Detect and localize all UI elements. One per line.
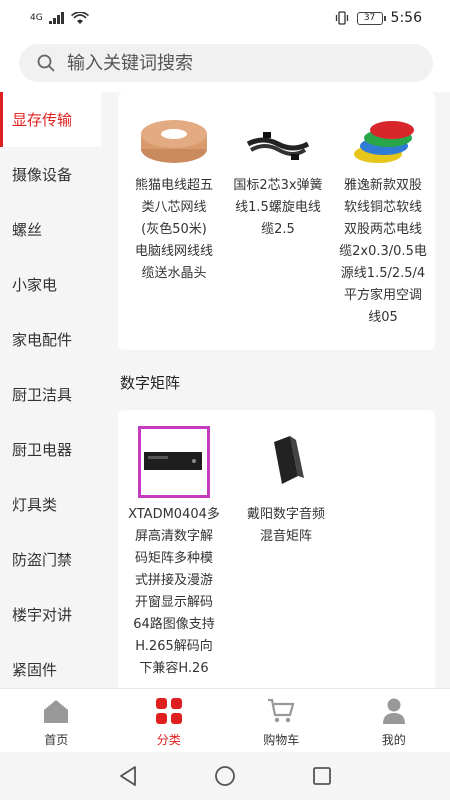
name-line: 屏高清数字解 bbox=[134, 529, 213, 544]
vibrate-icon bbox=[335, 11, 348, 25]
tab-home[interactable]: 首页 bbox=[0, 689, 113, 750]
search-icon bbox=[37, 54, 55, 72]
sidebar-item-label: 紧固件 bbox=[12, 661, 58, 679]
sidebar-item-label: 显存传输 bbox=[12, 111, 73, 129]
back-button[interactable] bbox=[108, 756, 148, 796]
sidebar-item-display-transmission[interactable]: 显存传输 bbox=[0, 92, 101, 147]
name-line: 缆2x0.3/0.5电 bbox=[339, 244, 427, 259]
system-nav-bar bbox=[0, 752, 450, 800]
status-right: 37 5:56 bbox=[335, 10, 422, 26]
name-line: 熊猫电线超五 bbox=[134, 178, 213, 193]
product-name: XTADM0404多 屏高清数字解 码矩阵多种模 式拼接及漫游 开窗显示解码 6… bbox=[128, 504, 220, 680]
recents-button[interactable] bbox=[302, 756, 342, 796]
name-line: 平方家用空调 bbox=[343, 288, 422, 303]
tab-cart[interactable]: 购物车 bbox=[225, 689, 338, 750]
sidebar-item-label: 厨卫电器 bbox=[12, 441, 73, 459]
product-item[interactable]: 戴阳数字音频 混音矩阵 bbox=[236, 426, 336, 548]
name-line: 下兼容H.26 bbox=[139, 661, 209, 676]
name-line: 雅逸新款双股 bbox=[343, 178, 422, 193]
name-line: 开窗显示解码 bbox=[134, 595, 213, 610]
name-line: 双股两芯电线 bbox=[343, 222, 422, 237]
sidebar-item-access-control[interactable]: 防盗门禁 bbox=[0, 532, 101, 587]
category-sidebar: 显存传输 摄像设备 螺丝 小家电 家电配件 厨卫洁具 厨卫电器 灯具类 防盗门禁… bbox=[0, 92, 101, 688]
product-item[interactable]: 雅逸新款双股 软线铜芯软线 双股两芯电线 缆2x0.3/0.5电 源线1.5/2… bbox=[335, 114, 431, 329]
sidebar-item-camera[interactable]: 摄像设备 bbox=[0, 147, 101, 202]
back-triangle-icon bbox=[120, 766, 137, 786]
tab-label: 分类 bbox=[156, 733, 181, 747]
tab-label: 首页 bbox=[44, 733, 69, 747]
sidebar-item-label: 防盗门禁 bbox=[12, 551, 73, 569]
section-title: 数字矩阵 bbox=[120, 374, 181, 392]
sidebar-item-lighting[interactable]: 灯具类 bbox=[0, 477, 101, 532]
status-bar: 4G 37 5:56 bbox=[0, 0, 450, 36]
spiral-cable-image bbox=[246, 132, 310, 160]
product-name: 熊猫电线超五 类八芯网线 (灰色50米) 电脑线网线线 缆送水晶头 bbox=[128, 175, 220, 285]
name-line: 国标2芯3x弹簧 bbox=[233, 178, 323, 193]
sidebar-item-small-appliances[interactable]: 小家电 bbox=[0, 257, 101, 312]
sidebar-item-sanitary[interactable]: 厨卫洁具 bbox=[0, 367, 101, 422]
product-name: 雅逸新款双股 软线铜芯软线 双股两芯电线 缆2x0.3/0.5电 源线1.5/2… bbox=[335, 175, 431, 329]
sidebar-item-appliance-parts[interactable]: 家电配件 bbox=[0, 312, 101, 367]
multicolor-wire-image bbox=[354, 121, 414, 163]
home-icon bbox=[42, 697, 70, 725]
sidebar-item-label: 楼宇对讲 bbox=[12, 606, 73, 624]
tab-label: 我的 bbox=[381, 733, 406, 747]
name-line: 码矩阵多种模 bbox=[134, 551, 213, 566]
sidebar-item-label: 摄像设备 bbox=[12, 166, 73, 184]
name-line: 线1.5螺旋电线 bbox=[235, 200, 321, 215]
home-nav-button[interactable] bbox=[205, 756, 245, 796]
product-item[interactable]: 国标2芯3x弹簧 线1.5螺旋电线 缆2.5 bbox=[228, 114, 328, 241]
recents-square-icon bbox=[312, 767, 331, 785]
sidebar-item-label: 厨卫洁具 bbox=[12, 386, 73, 404]
product-name: 戴阳数字音频 混音矩阵 bbox=[236, 504, 336, 548]
product-content: 熊猫电线超五 类八芯网线 (灰色50米) 电脑线网线线 缆送水晶头 国标2芯3x… bbox=[101, 92, 450, 688]
product-item[interactable]: 熊猫电线超五 类八芯网线 (灰色50米) 电脑线网线线 缆送水晶头 bbox=[128, 114, 220, 285]
signal-icon bbox=[48, 12, 64, 24]
name-line: 线05 bbox=[368, 310, 398, 325]
sidebar-item-intercom[interactable]: 楼宇对讲 bbox=[0, 587, 101, 642]
user-icon bbox=[380, 697, 408, 725]
decoder-device-image bbox=[138, 426, 210, 498]
category-grid-icon bbox=[155, 697, 183, 725]
name-line: 式拼接及漫游 bbox=[134, 573, 213, 588]
product-name: 国标2芯3x弹簧 线1.5螺旋电线 缆2.5 bbox=[228, 175, 328, 241]
home-circle-icon bbox=[215, 766, 235, 786]
name-line: 源线1.5/2.5/4 bbox=[340, 266, 426, 281]
tab-category[interactable]: 分类 bbox=[113, 689, 226, 750]
wifi-icon bbox=[70, 11, 89, 24]
name-line: 64路图像支持 bbox=[133, 617, 215, 632]
name-line: 软线铜芯软线 bbox=[343, 200, 422, 215]
name-line: 缆送水晶头 bbox=[141, 266, 207, 281]
clock: 5:56 bbox=[390, 10, 422, 26]
sidebar-item-screws[interactable]: 螺丝 bbox=[0, 202, 101, 257]
signal-label: 4G bbox=[30, 13, 43, 23]
product-card: XTADM0404多 屏高清数字解 码矩阵多种模 式拼接及漫游 开窗显示解码 6… bbox=[118, 410, 435, 688]
sidebar-item-fasteners[interactable]: 紧固件 bbox=[0, 642, 101, 688]
name-line: XTADM0404多 bbox=[128, 507, 220, 522]
tab-profile[interactable]: 我的 bbox=[338, 689, 450, 750]
cable-coil-image bbox=[141, 120, 207, 163]
cart-icon bbox=[267, 697, 295, 725]
search-input[interactable] bbox=[67, 52, 397, 74]
name-line: 戴阳数字音频 bbox=[246, 507, 325, 522]
name-line: (灰色50米) bbox=[141, 222, 207, 237]
battery-icon: 37 bbox=[356, 11, 386, 25]
name-line: 混音矩阵 bbox=[259, 529, 312, 544]
product-item[interactable]: XTADM0404多 屏高清数字解 码矩阵多种模 式拼接及漫游 开窗显示解码 6… bbox=[128, 426, 220, 680]
tab-label: 购物车 bbox=[263, 733, 300, 747]
sidebar-item-label: 家电配件 bbox=[12, 331, 73, 349]
sidebar-item-label: 螺丝 bbox=[12, 221, 43, 239]
sidebar-item-label: 灯具类 bbox=[12, 496, 58, 514]
name-line: 类八芯网线 bbox=[141, 200, 207, 215]
sidebar-item-kitchen-appliances[interactable]: 厨卫电器 bbox=[0, 422, 101, 477]
search-bar[interactable] bbox=[19, 44, 433, 82]
audio-matrix-image bbox=[274, 436, 304, 484]
sidebar-item-label: 小家电 bbox=[12, 276, 58, 294]
name-line: 电脑线网线线 bbox=[134, 244, 213, 259]
status-left: 4G bbox=[30, 11, 89, 25]
name-line: H.265解码向 bbox=[135, 639, 213, 654]
name-line: 缆2.5 bbox=[261, 222, 295, 237]
product-card: 熊猫电线超五 类八芯网线 (灰色50米) 电脑线网线线 缆送水晶头 国标2芯3x… bbox=[118, 92, 435, 350]
bottom-tab-bar: 首页 分类 购物车 我的 bbox=[0, 688, 450, 750]
